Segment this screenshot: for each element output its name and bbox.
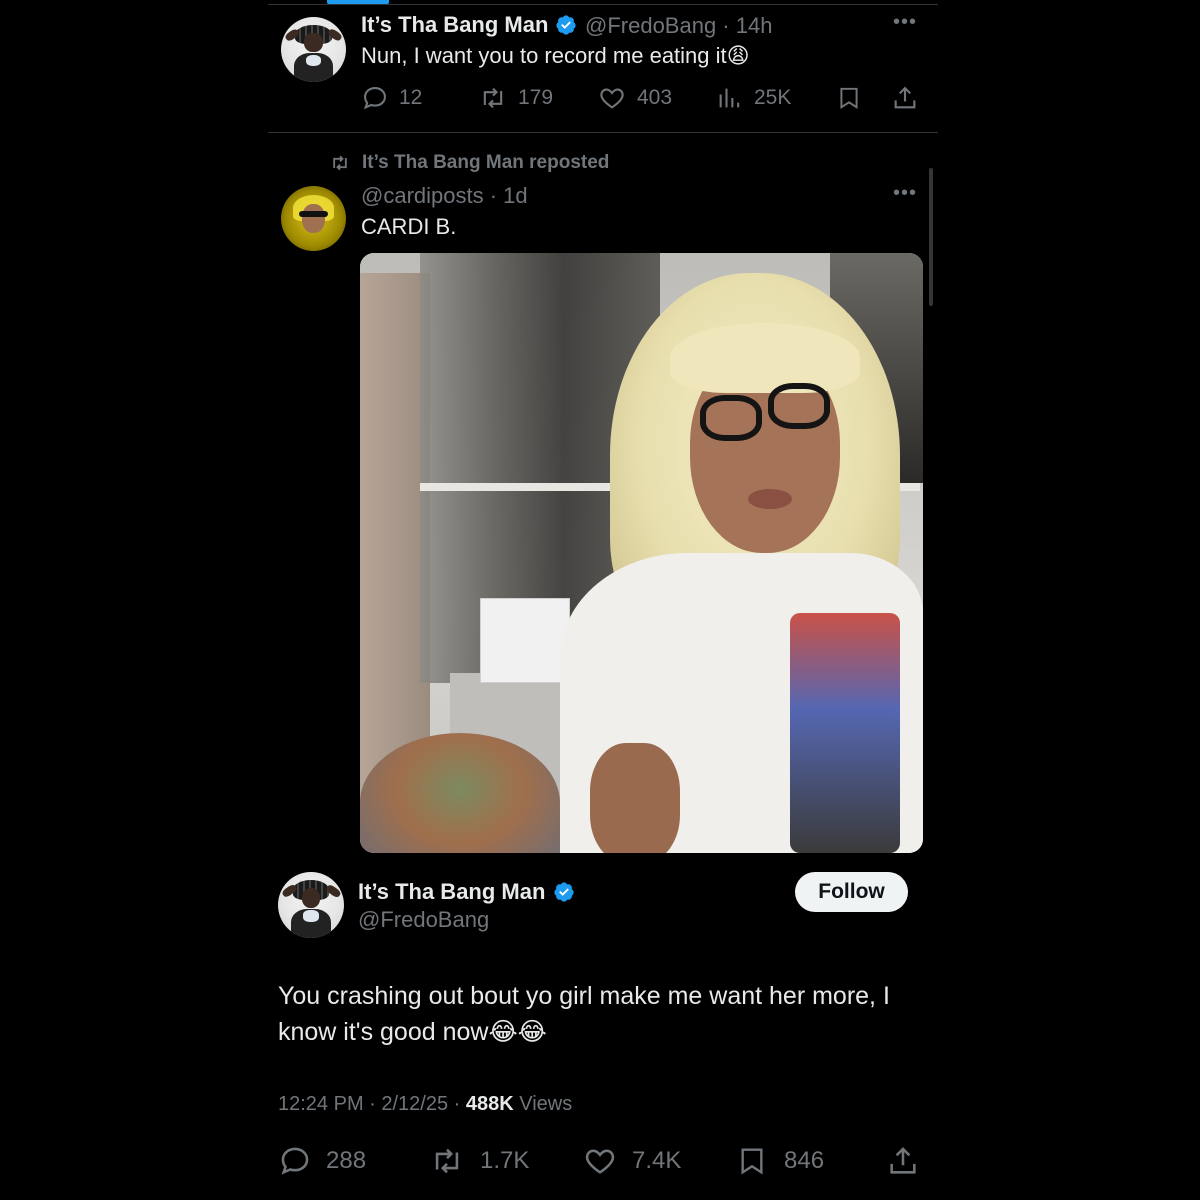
reply-icon [363,87,386,110]
author-handle-time: @FredoBang · 14h [585,13,773,38]
views-count: 488K [465,1093,514,1115]
bookmark-count: 846 [784,1147,825,1174]
like-icon [585,1149,615,1174]
share-icon [894,86,916,109]
views-label: Views [513,1093,573,1115]
scrollbar[interactable] [929,168,933,306]
avatar[interactable] [281,17,346,82]
author-name[interactable]: It’s Tha Bang Man [361,12,548,38]
avatar[interactable] [278,872,344,938]
repost-count: 1.7K [480,1147,530,1174]
bookmark-icon [741,1148,763,1175]
bookmark-button[interactable]: 846 [736,1144,824,1178]
author-name[interactable]: It’s Tha Bang Man [358,879,545,905]
repost-count: 179 [518,86,554,109]
tweet-text: CARDI B. [361,214,457,239]
tweet-text: You crashing out bout yo girl make me wa… [278,982,890,1046]
tweet-meta: 12:24 PM · 2/12/25 · 488K Views [278,1093,572,1116]
tweet-media-photo[interactable] [360,253,923,853]
like-count: 403 [637,86,673,109]
share-button[interactable] [891,84,919,112]
reply-button[interactable]: 12 [361,84,422,112]
reply-count: 288 [326,1147,367,1174]
repost-label: It’s Tha Bang Man reposted [362,152,610,173]
repost-icon [333,155,347,171]
views-button[interactable]: 25K [716,84,791,112]
like-icon [600,88,624,109]
reply-button[interactable]: 288 [278,1144,366,1178]
repost-indicator[interactable]: It’s Tha Bang Man reposted [330,152,609,174]
reply-icon [281,1147,309,1175]
tweet-timestamp[interactable]: 12:24 PM · 2/12/25 · [278,1093,466,1115]
divider [268,132,938,133]
share-button[interactable] [886,1144,920,1178]
views-icon [719,88,740,108]
follow-button[interactable]: Follow [795,872,908,912]
author-handle-time[interactable]: @cardiposts · 1d [361,183,528,209]
repost-button[interactable]: 1.7K [428,1144,529,1178]
tweet-text: Nun, I want you to record me eating it😩 [361,43,750,68]
avatar[interactable] [281,186,346,251]
more-icon[interactable]: ••• [893,183,917,203]
divider [268,4,938,5]
like-count: 7.4K [632,1147,682,1174]
repost-icon [483,87,503,109]
views-count: 25K [754,86,792,109]
repost-icon [435,1148,459,1174]
verified-badge-icon [554,882,574,902]
like-button[interactable]: 403 [597,84,672,112]
share-icon [890,1147,916,1174]
more-icon[interactable]: ••• [893,12,917,32]
bookmark-button[interactable] [836,84,862,112]
author-handle[interactable]: @FredoBang [358,907,489,933]
bookmark-icon [840,87,858,109]
like-button[interactable]: 7.4K [582,1144,681,1178]
repost-button[interactable]: 179 [478,84,553,112]
reply-count: 12 [399,86,423,109]
verified-badge-icon [556,15,576,35]
